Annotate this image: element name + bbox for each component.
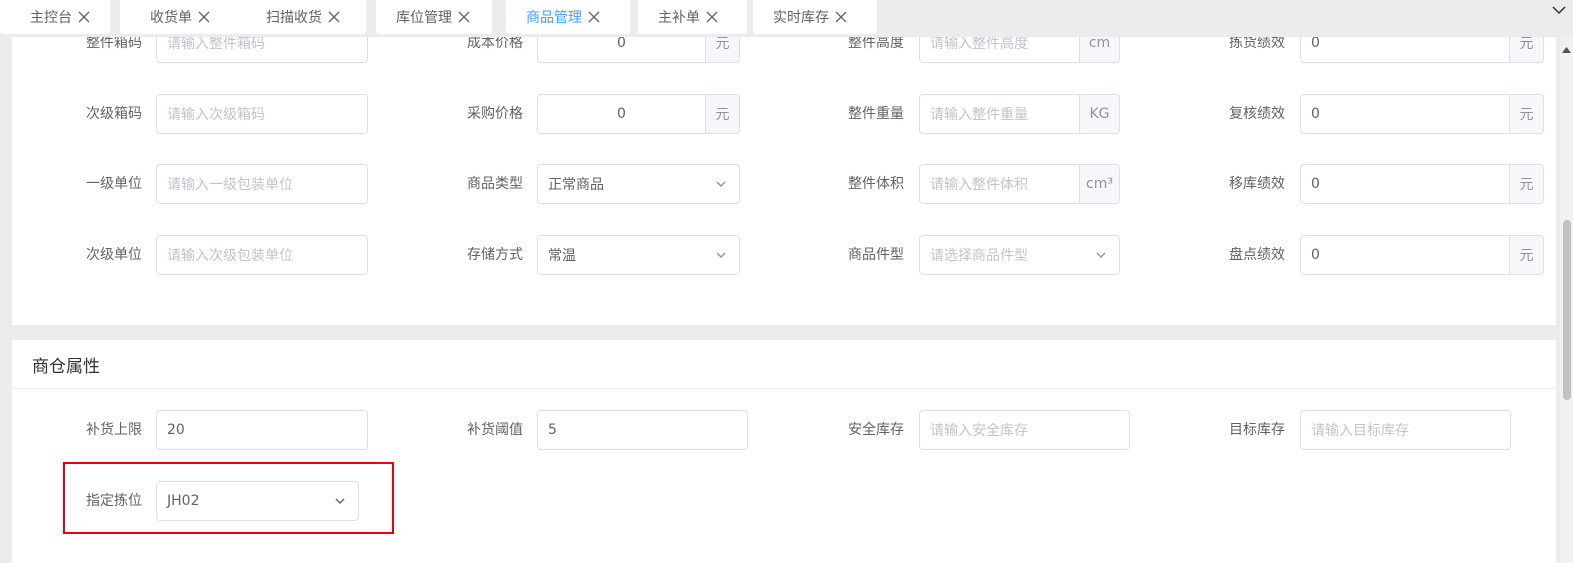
input-placeholder: 请输入安全库存 xyxy=(930,423,1028,439)
secondary-unit-input[interactable]: 请输入次级包装单位 xyxy=(156,235,368,275)
input-placeholder: 请输入一级包装单位 xyxy=(167,177,293,193)
unit-suffix: cm³ xyxy=(1079,165,1119,203)
target-stock-input[interactable]: 请输入目标库存 xyxy=(1300,410,1511,450)
product-piece-type-select[interactable]: 请选择商品件型 xyxy=(919,235,1120,275)
input-value: 20 xyxy=(167,422,185,438)
label-secondary-box-code: 次级箱码 xyxy=(86,106,142,122)
label-safety-stock: 安全库存 xyxy=(848,422,904,438)
unit-suffix: 元 xyxy=(1509,236,1543,274)
unit-suffix: 元 xyxy=(705,95,739,133)
tab-label: 商品管理 xyxy=(526,10,582,26)
label-transfer-performance: 移库绩效 xyxy=(1229,176,1285,192)
input-value: 0 xyxy=(1311,247,1320,263)
tab-label: 主补单 xyxy=(658,10,700,26)
stocktake-performance-input[interactable]: 0 元 xyxy=(1300,235,1544,275)
close-icon[interactable] xyxy=(835,11,847,23)
label-purchase-price: 采购价格 xyxy=(467,106,523,122)
whole-weight-input[interactable]: 请输入整件重量 KG xyxy=(919,94,1120,134)
tab-main-replenish[interactable]: 主补单 xyxy=(638,0,747,34)
chevron-down-icon[interactable] xyxy=(1551,2,1567,18)
chevron-down-icon xyxy=(703,236,739,274)
close-icon[interactable] xyxy=(198,11,210,23)
label-product-piece-type: 商品件型 xyxy=(848,247,904,263)
label-stocktake-performance: 盘点绩效 xyxy=(1229,247,1285,263)
tab-label: 实时库存 xyxy=(773,10,829,26)
tab-realtime-inventory[interactable]: 实时库存 xyxy=(753,0,877,34)
secondary-box-code-input[interactable]: 请输入次级箱码 xyxy=(156,94,368,134)
storage-method-select[interactable]: 常温 xyxy=(537,235,740,275)
close-icon[interactable] xyxy=(458,11,470,23)
close-icon[interactable] xyxy=(78,11,90,23)
tab-label: 库位管理 xyxy=(396,10,452,26)
unit-suffix: KG xyxy=(1079,95,1119,133)
replenish-threshold-input[interactable]: 5 xyxy=(537,410,748,450)
tab-dashboard[interactable]: 主控台 xyxy=(0,0,110,34)
tab-receipt-order[interactable]: 收货单 xyxy=(120,0,237,34)
label-whole-weight: 整件重量 xyxy=(848,106,904,122)
primary-unit-input[interactable]: 请输入一级包装单位 xyxy=(156,164,368,204)
tab-product-management[interactable]: 商品管理 xyxy=(506,0,630,34)
label-storage-method: 存储方式 xyxy=(467,247,523,263)
purchase-price-input[interactable]: 0 元 xyxy=(537,94,740,134)
tab-scan-receive[interactable]: 扫描收货 xyxy=(236,0,366,34)
input-value: 0 xyxy=(617,106,626,122)
chevron-down-icon xyxy=(703,165,739,203)
unit-suffix: 元 xyxy=(1509,165,1543,203)
tab-location-management[interactable]: 库位管理 xyxy=(376,0,492,34)
input-value: 0 xyxy=(1311,176,1320,192)
scroll-up-arrow-icon[interactable] xyxy=(1562,42,1571,53)
label-target-stock: 目标库存 xyxy=(1229,422,1285,438)
label-primary-unit: 一级单位 xyxy=(86,176,142,192)
vertical-scrollbar[interactable] xyxy=(1560,37,1573,563)
select-placeholder: 请选择商品件型 xyxy=(930,248,1028,264)
input-placeholder: 请输入次级箱码 xyxy=(167,107,265,123)
input-value: 0 xyxy=(1311,106,1320,122)
label-replenish-threshold: 补货阈值 xyxy=(467,422,523,438)
scrollbar-thumb[interactable] xyxy=(1563,220,1571,400)
tab-bar: 主控台 收货单 扫描收货 库位管理 商品管理 主补单 实时库存 xyxy=(0,0,1573,37)
label-review-performance: 复核绩效 xyxy=(1229,106,1285,122)
close-icon[interactable] xyxy=(706,11,718,23)
tab-label: 扫描收货 xyxy=(266,10,322,26)
transfer-performance-input[interactable]: 0 元 xyxy=(1300,164,1544,204)
label-product-type: 商品类型 xyxy=(467,176,523,192)
select-value: 正常商品 xyxy=(548,177,604,193)
replenish-upper-limit-input[interactable]: 20 xyxy=(156,410,368,450)
label-secondary-unit: 次级单位 xyxy=(86,247,142,263)
select-value: 常温 xyxy=(548,248,576,264)
tab-label: 收货单 xyxy=(150,10,192,26)
product-type-select[interactable]: 正常商品 xyxy=(537,164,740,204)
unit-suffix: 元 xyxy=(1509,95,1543,133)
section-title: 商仓属性 xyxy=(12,340,1556,389)
input-placeholder: 请输入次级包装单位 xyxy=(167,248,293,264)
label-whole-volume: 整件体积 xyxy=(848,176,904,192)
input-placeholder: 请输入整件重量 xyxy=(930,107,1028,123)
review-performance-input[interactable]: 0 元 xyxy=(1300,94,1544,134)
close-icon[interactable] xyxy=(328,11,340,23)
safety-stock-input[interactable]: 请输入安全库存 xyxy=(919,410,1130,450)
input-value: 5 xyxy=(548,422,557,438)
highlight-annotation-box xyxy=(63,462,394,534)
input-placeholder: 请输入整件体积 xyxy=(930,177,1028,193)
tab-label: 主控台 xyxy=(30,10,72,26)
input-placeholder: 请输入目标库存 xyxy=(1311,423,1409,439)
close-icon[interactable] xyxy=(588,11,600,23)
whole-volume-input[interactable]: 请输入整件体积 cm³ xyxy=(919,164,1120,204)
label-replenish-upper-limit: 补货上限 xyxy=(86,422,142,438)
chevron-down-icon xyxy=(1083,236,1119,274)
